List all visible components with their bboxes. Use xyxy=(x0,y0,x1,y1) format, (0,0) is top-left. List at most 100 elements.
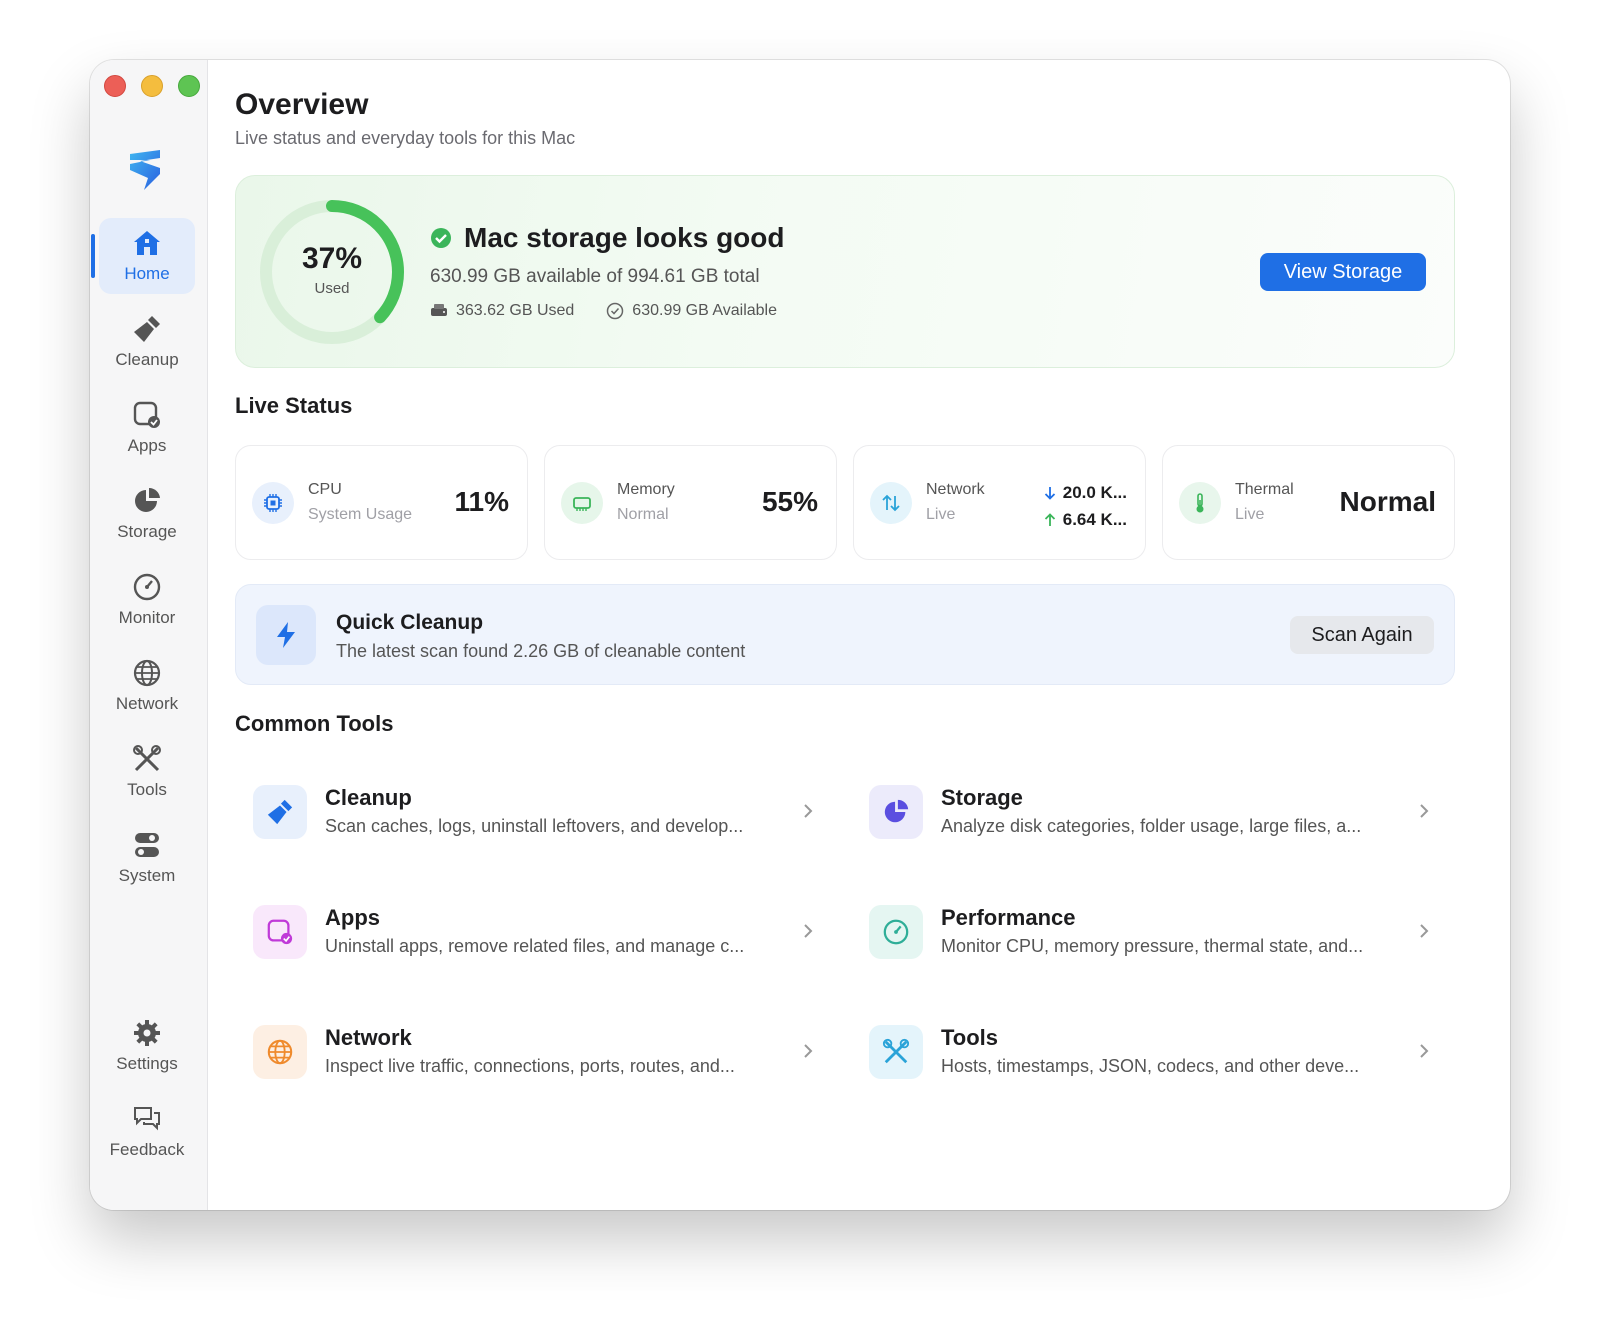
memory-sub-label: Normal xyxy=(617,506,669,523)
sidebar-item-label: Tools xyxy=(127,780,167,799)
network-status-card[interactable]: Network Live 20.0 K... 6.64 K... xyxy=(853,445,1146,560)
app-logo-icon xyxy=(130,150,160,190)
tool-description: Inspect live traffic, connections, ports… xyxy=(325,1056,735,1076)
tools-icon xyxy=(133,745,161,772)
sidebar-item-settings[interactable]: Settings xyxy=(99,1008,195,1084)
pie-chart-icon xyxy=(135,487,160,512)
cpu-label: CPU xyxy=(308,481,342,498)
cpu-status-card[interactable]: CPU System Usage 11% xyxy=(235,445,528,560)
sidebar-item-monitor[interactable]: Monitor xyxy=(99,562,195,638)
sidebar-item-label: Cleanup xyxy=(115,350,179,369)
sidebar-item-label: Apps xyxy=(127,436,167,455)
sidebar: Home Cleanup Apps Storage Monitor Networ… xyxy=(90,60,208,1210)
view-storage-button[interactable]: View Storage xyxy=(1260,253,1426,291)
gauge-icon xyxy=(133,573,161,601)
tool-description: Scan caches, logs, uninstall leftovers, … xyxy=(325,816,744,836)
thermal-sub-label: Live xyxy=(1235,506,1265,523)
thermometer-icon xyxy=(1196,493,1204,513)
storage-summary-text: 630.99 GB available of 994.61 GB total xyxy=(430,266,760,287)
thermal-label: Thermal xyxy=(1235,481,1294,498)
storage-percent: 37% xyxy=(301,242,363,275)
thermal-status-card[interactable]: Thermal Live Normal xyxy=(1162,445,1455,560)
tool-icon-wrap xyxy=(869,905,923,959)
cpu-value: 11% xyxy=(454,486,510,517)
arrow-down-icon xyxy=(1044,486,1055,500)
tool-title: Tools xyxy=(941,1025,999,1050)
toggles-icon xyxy=(135,833,159,857)
up-down-arrows-icon xyxy=(882,494,900,512)
broom-icon xyxy=(267,799,293,825)
disk-icon xyxy=(431,304,447,316)
chevron-right-icon xyxy=(1420,1044,1429,1058)
tools-icon xyxy=(882,1038,910,1064)
tool-icon-wrap xyxy=(253,785,307,839)
globe-icon xyxy=(267,1039,293,1065)
tool-cleanup[interactable]: Cleanup Scan caches, logs, uninstall lef… xyxy=(235,760,825,860)
sidebar-item-tools[interactable]: Tools xyxy=(99,734,195,810)
tool-title: Storage xyxy=(941,785,1023,810)
network-label: Network xyxy=(926,481,985,498)
sidebar-nav: Home Cleanup Apps Storage Monitor Networ… xyxy=(91,218,195,906)
storage-status-title: Mac storage looks good xyxy=(464,222,785,253)
page-title: Overview xyxy=(235,88,369,121)
tool-title: Performance xyxy=(941,905,1076,930)
quick-cleanup-title: Quick Cleanup xyxy=(336,611,484,634)
thermal-value: Normal xyxy=(1339,486,1436,517)
close-window-button[interactable] xyxy=(104,75,126,97)
page-subtitle: Live status and everyday tools for this … xyxy=(235,128,576,148)
sidebar-item-label: Settings xyxy=(116,1054,178,1073)
memory-chip-icon xyxy=(573,497,591,511)
tool-apps[interactable]: Apps Uninstall apps, remove related file… xyxy=(235,880,825,980)
tool-storage[interactable]: Storage Analyze disk categories, folder … xyxy=(851,760,1441,860)
app-window: Home Cleanup Apps Storage Monitor Networ… xyxy=(90,60,1510,1210)
cpu-sub-label: System Usage xyxy=(308,506,413,523)
chevron-right-icon xyxy=(804,924,813,938)
tool-network[interactable]: Network Inspect live traffic, connection… xyxy=(235,1000,825,1100)
sidebar-bottom-nav: Settings Feedback xyxy=(99,1008,195,1180)
storage-available-text: 630.99 GB Available xyxy=(632,302,777,319)
sidebar-item-storage[interactable]: Storage xyxy=(99,476,195,552)
sidebar-item-label: Monitor xyxy=(118,608,176,627)
sidebar-item-feedback[interactable]: Feedback xyxy=(99,1094,195,1170)
quick-cleanup-icon-wrap xyxy=(256,605,316,665)
sidebar-item-network[interactable]: Network xyxy=(99,648,195,724)
tool-description: Hosts, timestamps, JSON, codecs, and oth… xyxy=(941,1056,1360,1076)
tool-title: Cleanup xyxy=(325,785,412,810)
cpu-icon-wrap xyxy=(252,482,294,524)
memory-status-card[interactable]: Memory Normal 55% xyxy=(544,445,837,560)
tool-description: Monitor CPU, memory pressure, thermal st… xyxy=(941,936,1364,956)
storage-ring-label: Used xyxy=(314,280,350,297)
chevron-right-icon xyxy=(1420,924,1429,938)
main-content: Overview Live status and everyday tools … xyxy=(235,60,1480,1210)
tool-icon-wrap xyxy=(869,1025,923,1079)
sidebar-item-system[interactable]: System xyxy=(99,820,195,896)
tool-icon-wrap xyxy=(253,905,307,959)
tool-tools[interactable]: Tools Hosts, timestamps, JSON, codecs, a… xyxy=(851,1000,1441,1100)
memory-label: Memory xyxy=(617,481,675,498)
network-icon-wrap xyxy=(870,482,912,524)
sidebar-item-apps[interactable]: Apps xyxy=(99,390,195,466)
live-status-heading: Live Status xyxy=(235,393,353,418)
chevron-right-icon xyxy=(804,1044,813,1058)
tool-description: Uninstall apps, remove related files, an… xyxy=(325,936,745,956)
tool-performance[interactable]: Performance Monitor CPU, memory pressure… xyxy=(851,880,1441,980)
common-tools-heading: Common Tools xyxy=(235,711,394,736)
window-controls xyxy=(104,75,200,97)
tool-title: Apps xyxy=(325,905,380,930)
live-status-row: CPU System Usage 11% Memory Normal 55% N… xyxy=(235,445,1455,560)
broom-icon xyxy=(134,316,160,342)
sidebar-item-cleanup[interactable]: Cleanup xyxy=(99,304,195,380)
home-icon xyxy=(134,231,160,255)
sidebar-item-label: Home xyxy=(124,264,170,283)
globe-icon xyxy=(133,659,161,687)
lightning-icon xyxy=(277,622,295,648)
quick-cleanup-subtitle: The latest scan found 2.26 GB of cleanab… xyxy=(336,641,746,661)
scan-again-button[interactable]: Scan Again xyxy=(1290,616,1434,654)
check-outline-icon xyxy=(607,302,624,320)
zoom-window-button[interactable] xyxy=(178,75,200,97)
sidebar-item-home[interactable]: Home xyxy=(91,218,195,294)
chevron-right-icon xyxy=(804,804,813,818)
minimize-window-button[interactable] xyxy=(141,75,163,97)
gear-icon xyxy=(134,1020,160,1046)
memory-icon-wrap xyxy=(561,482,603,524)
